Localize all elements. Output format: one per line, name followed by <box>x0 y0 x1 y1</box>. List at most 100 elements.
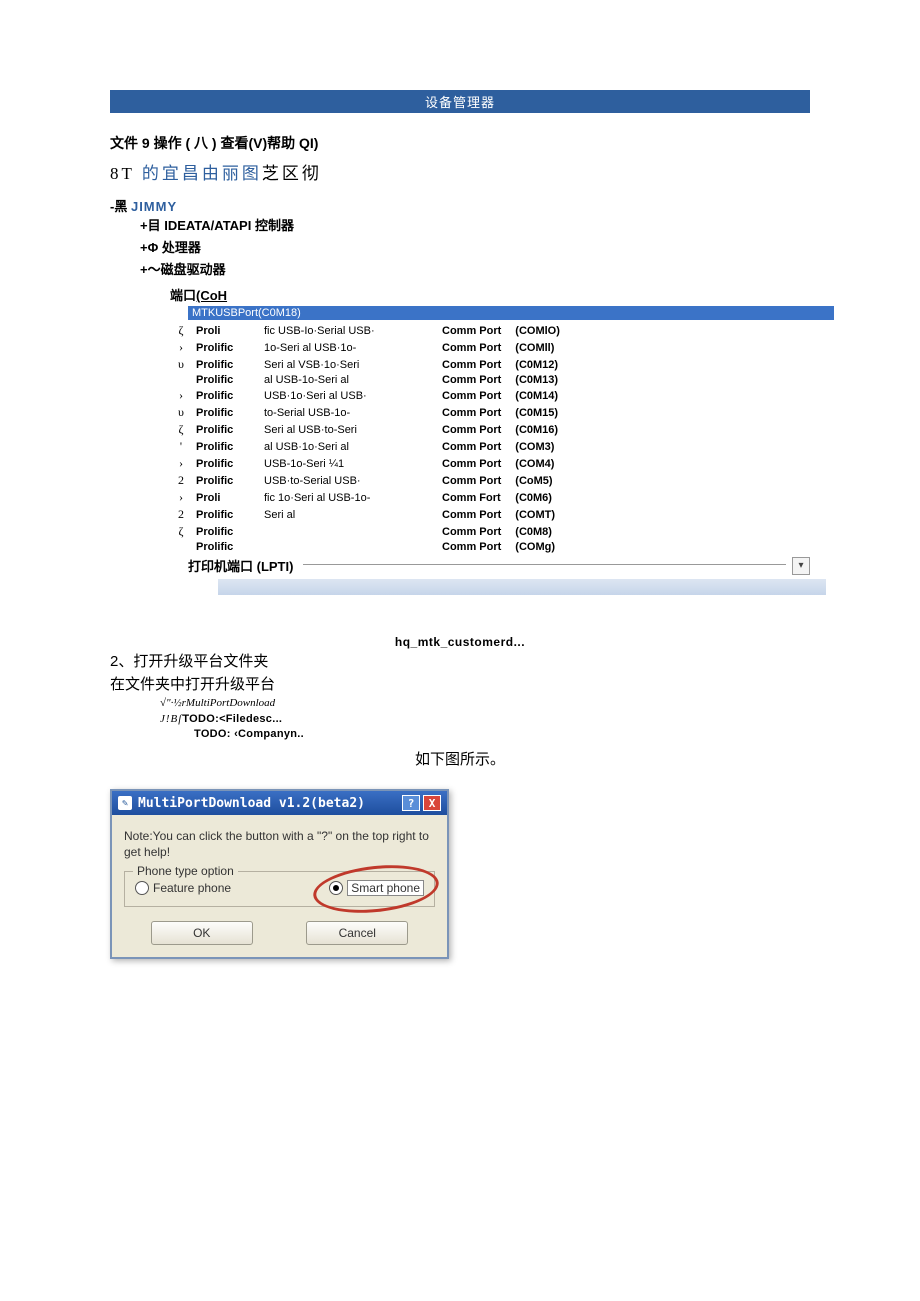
port-row[interactable]: ›ProlificUSB-1o-Seri ¼1Comm Port(COM4) <box>170 455 564 472</box>
printer-port-row[interactable]: 打印机端口 (LPTI) ▾ <box>188 556 810 575</box>
row-mid: fic USB-Io·Serial USB· <box>260 322 438 339</box>
ports-heading[interactable]: 端口(CoH <box>170 285 810 304</box>
row-brand: Prolific <box>192 523 260 540</box>
row-code: (C0M14) <box>505 387 564 404</box>
port-row[interactable]: ›ProlificUSB·1o·Seri al USB·Comm Port(C0… <box>170 387 564 404</box>
tree-item[interactable]: +〜磁盘驱动器 <box>140 259 810 281</box>
row-commport: Comm Port <box>438 506 505 523</box>
step2-line1: 2、打开升级平台文件夹 <box>110 651 810 674</box>
port-row[interactable]: ProlificComm Port(COMg) <box>170 540 564 554</box>
row-mid: USB-1o-Seri ¼1 <box>260 455 438 472</box>
row-commport: Comm Fort <box>438 489 505 506</box>
scroll-down-button[interactable]: ▾ <box>792 557 810 575</box>
row-code: (COMll) <box>505 339 564 356</box>
radio-icon <box>329 881 343 895</box>
dialog-help-button[interactable]: ? <box>402 795 420 811</box>
fieldset-legend: Phone type option <box>133 864 238 878</box>
row-brand: Prolific <box>192 506 260 523</box>
dialog-titlebar[interactable]: ✎ MultiPortDownload v1.2(beta2) ? X <box>112 791 447 815</box>
port-row[interactable]: 2ProlificUSB·to-Serial USB·Comm Port(CoM… <box>170 472 564 489</box>
row-code: (COM4) <box>505 455 564 472</box>
ok-button[interactable]: OK <box>151 921 253 945</box>
see-figure-text: 如下图所示。 <box>110 748 810 769</box>
row-code: (COMg) <box>505 540 564 554</box>
ports-coh: (CoH <box>196 288 227 303</box>
tree-item[interactable]: +目 IDEATA/ATAPI 控制器 <box>140 215 810 237</box>
row-mid: al USB-1o-Seri al <box>260 373 438 387</box>
row-mid: 1o-Seri al USB·1o- <box>260 339 438 356</box>
todo-filedesc: TODO:<Filedesc... <box>182 713 282 725</box>
row-brand: Prolific <box>192 540 260 554</box>
row-code: (C0M15) <box>505 404 564 421</box>
row-glyph: › <box>170 489 192 506</box>
row-commport: Comm Port <box>438 438 505 455</box>
row-brand: Prolific <box>192 438 260 455</box>
row-glyph: ζ <box>170 322 192 339</box>
dialog-title: MultiPortDownload v1.2(beta2) <box>138 796 365 811</box>
cancel-button[interactable]: Cancel <box>306 921 408 945</box>
row-brand: Prolific <box>192 387 260 404</box>
row-mid: to-Serial USB-1o- <box>260 404 438 421</box>
radio-smart-phone[interactable]: Smart phone <box>329 880 424 896</box>
port-row[interactable]: Prolifical USB-1o-Seri alComm Port(C0M13… <box>170 373 564 387</box>
row-code: (C0M8) <box>505 523 564 540</box>
radio-icon <box>135 881 149 895</box>
device-manager-titlebar: 设备管理器 <box>110 90 810 113</box>
selected-port-row[interactable]: MTKUSBPort(C0M18) <box>188 306 834 320</box>
phone-type-fieldset: Phone type option Feature phone Smart ph… <box>124 871 435 907</box>
row-commport: Comm Port <box>438 421 505 438</box>
tree-item[interactable]: +Φ 处理器 <box>140 237 810 259</box>
port-row[interactable]: ζProlificComm Port(C0M8) <box>170 523 564 540</box>
tree-item-label: +〜磁盘驱动器 <box>140 262 226 277</box>
row-code: (COMT) <box>505 506 564 523</box>
row-glyph: υ <box>170 404 192 421</box>
port-row[interactable]: 2ProlificSeri alComm Port(COMT) <box>170 506 564 523</box>
row-commport: Comm Port <box>438 404 505 421</box>
row-mid: al USB·1o·Seri al <box>260 438 438 455</box>
row-brand: Prolific <box>192 455 260 472</box>
row-brand: Prolific <box>192 373 260 387</box>
port-row[interactable]: ζProlific USB-Io·Serial USB·Comm Port(CO… <box>170 322 564 339</box>
row-code: (C0M12) <box>505 356 564 373</box>
row-commport: Comm Port <box>438 387 505 404</box>
radio-feature-phone[interactable]: Feature phone <box>135 881 231 895</box>
row-mid <box>260 523 438 540</box>
divider-line <box>303 564 786 565</box>
port-row[interactable]: ›Prolific 1o·Seri al USB-1o-Comm Fort(C0… <box>170 489 564 506</box>
tree-root-label: -黑 JIMMY <box>110 196 810 215</box>
row-mid: USB·to-Serial USB· <box>260 472 438 489</box>
row-mid: Seri al <box>260 506 438 523</box>
row-code: (CoM5) <box>505 472 564 489</box>
row-commport: Comm Port <box>438 455 505 472</box>
row-glyph <box>170 540 192 554</box>
row-code: (COMlO) <box>505 322 564 339</box>
tree-item-label: +目 IDEATA/ATAPI 控制器 <box>140 218 294 233</box>
port-row[interactable]: 'Prolifical USB·1o·Seri alComm Port(COM3… <box>170 438 564 455</box>
row-glyph: ζ <box>170 421 192 438</box>
port-row[interactable]: ζProlificSeri al USB·to-SeriComm Port(C0… <box>170 421 564 438</box>
row-commport: Comm Port <box>438 472 505 489</box>
row-code: (COM3) <box>505 438 564 455</box>
row-code: (C0M6) <box>505 489 564 506</box>
row-glyph <box>170 373 192 387</box>
row-brand: Prolific <box>192 356 260 373</box>
row-brand: Prolific <box>192 472 260 489</box>
row-code: (C0M16) <box>505 421 564 438</box>
radio-label: Feature phone <box>153 881 231 895</box>
row-brand: Prolific <box>192 404 260 421</box>
row-brand: Proli <box>192 322 260 339</box>
port-row[interactable]: ›Prolific1o-Seri al USB·1o-Comm Port(COM… <box>170 339 564 356</box>
row-glyph: 2 <box>170 472 192 489</box>
row-brand: Prolific <box>192 421 260 438</box>
step2-line2: 在文件夹中打开升级平台 <box>110 674 810 697</box>
tree-item-label: +Φ 处理器 <box>140 240 201 255</box>
port-row[interactable]: υProlificSeri al VSB·1o·SeriComm Port(C0… <box>170 356 564 373</box>
multiport-dialog: ✎ MultiPortDownload v1.2(beta2) ? X Note… <box>110 789 449 958</box>
row-brand: Prolific <box>192 339 260 356</box>
dialog-close-button[interactable]: X <box>423 795 441 811</box>
port-row[interactable]: υProlificto-Serial USB-1o-Comm Port(C0M1… <box>170 404 564 421</box>
row-mid: fic 1o·Seri al USB-1o- <box>260 489 438 506</box>
row-commport: Comm Port <box>438 339 505 356</box>
row-glyph: › <box>170 387 192 404</box>
row-commport: Comm Port <box>438 373 505 387</box>
